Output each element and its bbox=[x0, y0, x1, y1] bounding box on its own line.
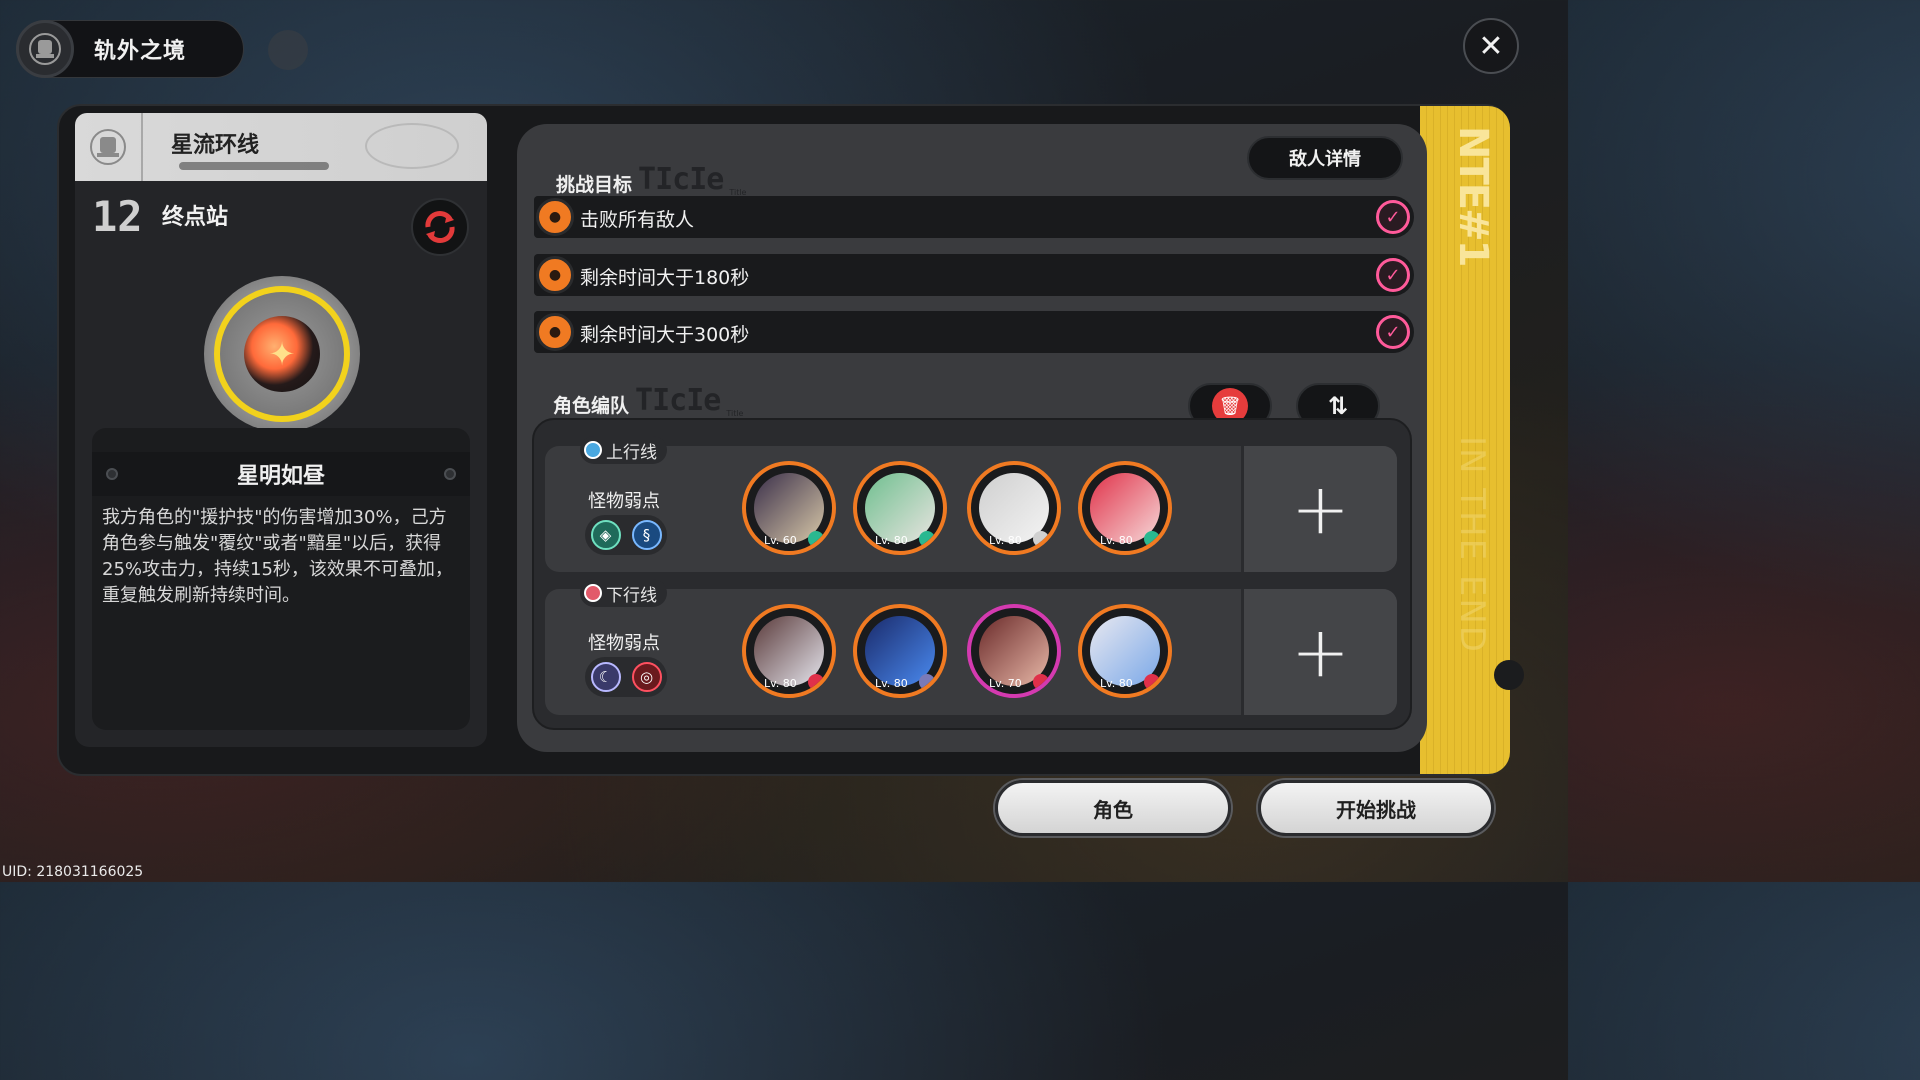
character-level: Lv. 80 bbox=[764, 677, 797, 690]
up-line-icon bbox=[584, 441, 602, 459]
weakness-label: 怪物弱点 bbox=[588, 491, 660, 512]
lane-tag-down: 下行线 bbox=[580, 579, 667, 607]
lane-name: 下行线 bbox=[606, 585, 657, 606]
stage-number: 12 bbox=[92, 192, 143, 241]
objective-label: 剩余时间大于300秒 bbox=[580, 324, 750, 346]
character-slot[interactable]: Lv. 60 bbox=[742, 461, 836, 555]
buff-description: 我方角色的"援护技"的伤害增加30%，己方角色参与触发"覆纹"或者"黯星"以后，… bbox=[102, 507, 453, 606]
team-title: 角色编队 bbox=[553, 395, 630, 417]
lane-tag-up: 上行线 bbox=[580, 436, 667, 464]
owl-icon: ● bbox=[536, 256, 574, 294]
character-slot[interactable]: Lv. 80 bbox=[742, 604, 836, 698]
target-element-icon bbox=[808, 674, 824, 690]
lane-name: 上行线 bbox=[606, 442, 657, 463]
swap-icon: ⇅ bbox=[1327, 392, 1349, 420]
character-level: Lv. 80 bbox=[989, 534, 1022, 547]
objective-row: ● 剩余时间大于300秒 ✓ bbox=[534, 311, 1414, 353]
target-element-icon: ◎ bbox=[631, 662, 662, 692]
buff-title: 星明如昼 bbox=[236, 464, 325, 489]
enemy-details-button[interactable]: 敌人详情 bbox=[1247, 136, 1403, 180]
weakness-label: 怪物弱点 bbox=[588, 633, 660, 654]
character-level: Lv. 70 bbox=[989, 677, 1022, 690]
character-slot[interactable]: Lv. 80 bbox=[1078, 461, 1172, 555]
objectives-header: 挑战目标 TIcIe Title bbox=[556, 162, 746, 197]
train-icon bbox=[75, 113, 143, 181]
character-level: Lv. 80 bbox=[875, 677, 908, 690]
check-icon: ✓ bbox=[1376, 200, 1410, 234]
character-level: Lv. 80 bbox=[1100, 677, 1133, 690]
close-icon: ✕ bbox=[1478, 28, 1504, 64]
down-line-icon bbox=[584, 584, 602, 602]
train-logo-icon bbox=[16, 20, 74, 78]
stage-card: 星流环线 bbox=[75, 113, 487, 181]
character-level: Lv. 80 bbox=[1100, 534, 1133, 547]
gear-element-icon bbox=[1033, 531, 1049, 547]
character-slot[interactable]: Lv. 80 bbox=[967, 461, 1061, 555]
water-element-icon bbox=[919, 531, 935, 547]
uid-label: UID: 218031166025 bbox=[2, 864, 144, 880]
stage-name-deco bbox=[179, 162, 329, 170]
stage-name: 星流环线 bbox=[171, 133, 260, 158]
target-element-icon bbox=[1144, 674, 1160, 690]
character-slot[interactable]: Lv. 80 bbox=[853, 604, 947, 698]
wave-element-icon: § bbox=[631, 520, 662, 550]
close-button[interactable]: ✕ bbox=[1463, 18, 1519, 74]
check-icon: ✓ bbox=[1376, 315, 1410, 349]
owl-icon: ● bbox=[536, 313, 574, 351]
objective-label: 剩余时间大于180秒 bbox=[580, 267, 750, 289]
side-banner-text: IN THE END bbox=[1452, 436, 1492, 654]
objective-row: ● 击败所有敌人 ✓ bbox=[534, 196, 1414, 238]
water-element-icon bbox=[1144, 531, 1160, 547]
stage-subtitle: 终点站 bbox=[162, 205, 229, 230]
side-banner-logo: NTE#1 bbox=[1450, 126, 1496, 266]
objectives-title: 挑战目标 bbox=[556, 174, 633, 196]
add-character-button[interactable]: + bbox=[1241, 446, 1397, 572]
decorative-dot bbox=[268, 30, 308, 70]
stage-emblem: ✦ bbox=[204, 276, 360, 432]
check-icon: ✓ bbox=[1376, 258, 1410, 292]
character-button[interactable]: 角色 bbox=[995, 780, 1231, 836]
moon-element-icon: ☾ bbox=[590, 662, 621, 692]
orbit-deco bbox=[365, 123, 459, 169]
objective-label: 击败所有敌人 bbox=[580, 209, 695, 231]
frame-notch bbox=[1494, 660, 1524, 690]
water-element-icon: ◈ bbox=[590, 520, 621, 550]
character-level: Lv. 80 bbox=[875, 534, 908, 547]
owl-icon: ● bbox=[536, 198, 574, 236]
objective-row: ● 剩余时间大于180秒 ✓ bbox=[534, 254, 1414, 296]
weakness-icons: ◈ § bbox=[585, 515, 667, 555]
star-icon: ✦ bbox=[244, 316, 320, 392]
buff-title-bar: 星明如昼 bbox=[92, 452, 470, 496]
objectives-title-deco: TIcIe bbox=[638, 162, 724, 197]
plus-icon: + bbox=[1291, 468, 1350, 550]
team-title-small: Title bbox=[726, 409, 744, 418]
start-challenge-button[interactable]: 开始挑战 bbox=[1258, 780, 1494, 836]
team-title-deco: TIcIe bbox=[635, 383, 721, 418]
add-character-button[interactable]: + bbox=[1241, 589, 1397, 715]
page-title: 轨外之境 bbox=[94, 39, 187, 64]
character-slot[interactable]: Lv. 80 bbox=[853, 461, 947, 555]
refresh-icon bbox=[425, 211, 455, 243]
header-bar: 轨外之境 bbox=[16, 20, 244, 78]
character-level: Lv. 60 bbox=[764, 534, 797, 547]
plus-icon: + bbox=[1291, 611, 1350, 693]
weakness-icons: ☾ ◎ bbox=[585, 657, 667, 697]
character-slot[interactable]: Lv. 70 bbox=[967, 604, 1061, 698]
character-slot[interactable]: Lv. 80 bbox=[1078, 604, 1172, 698]
team-header: 角色编队 TIcIe Title bbox=[553, 383, 743, 418]
refresh-button[interactable] bbox=[411, 198, 469, 256]
target-element-icon bbox=[1033, 674, 1049, 690]
water-element-icon bbox=[808, 531, 824, 547]
moon-element-icon bbox=[919, 674, 935, 690]
pin-right bbox=[444, 468, 456, 480]
pin-left bbox=[106, 468, 118, 480]
